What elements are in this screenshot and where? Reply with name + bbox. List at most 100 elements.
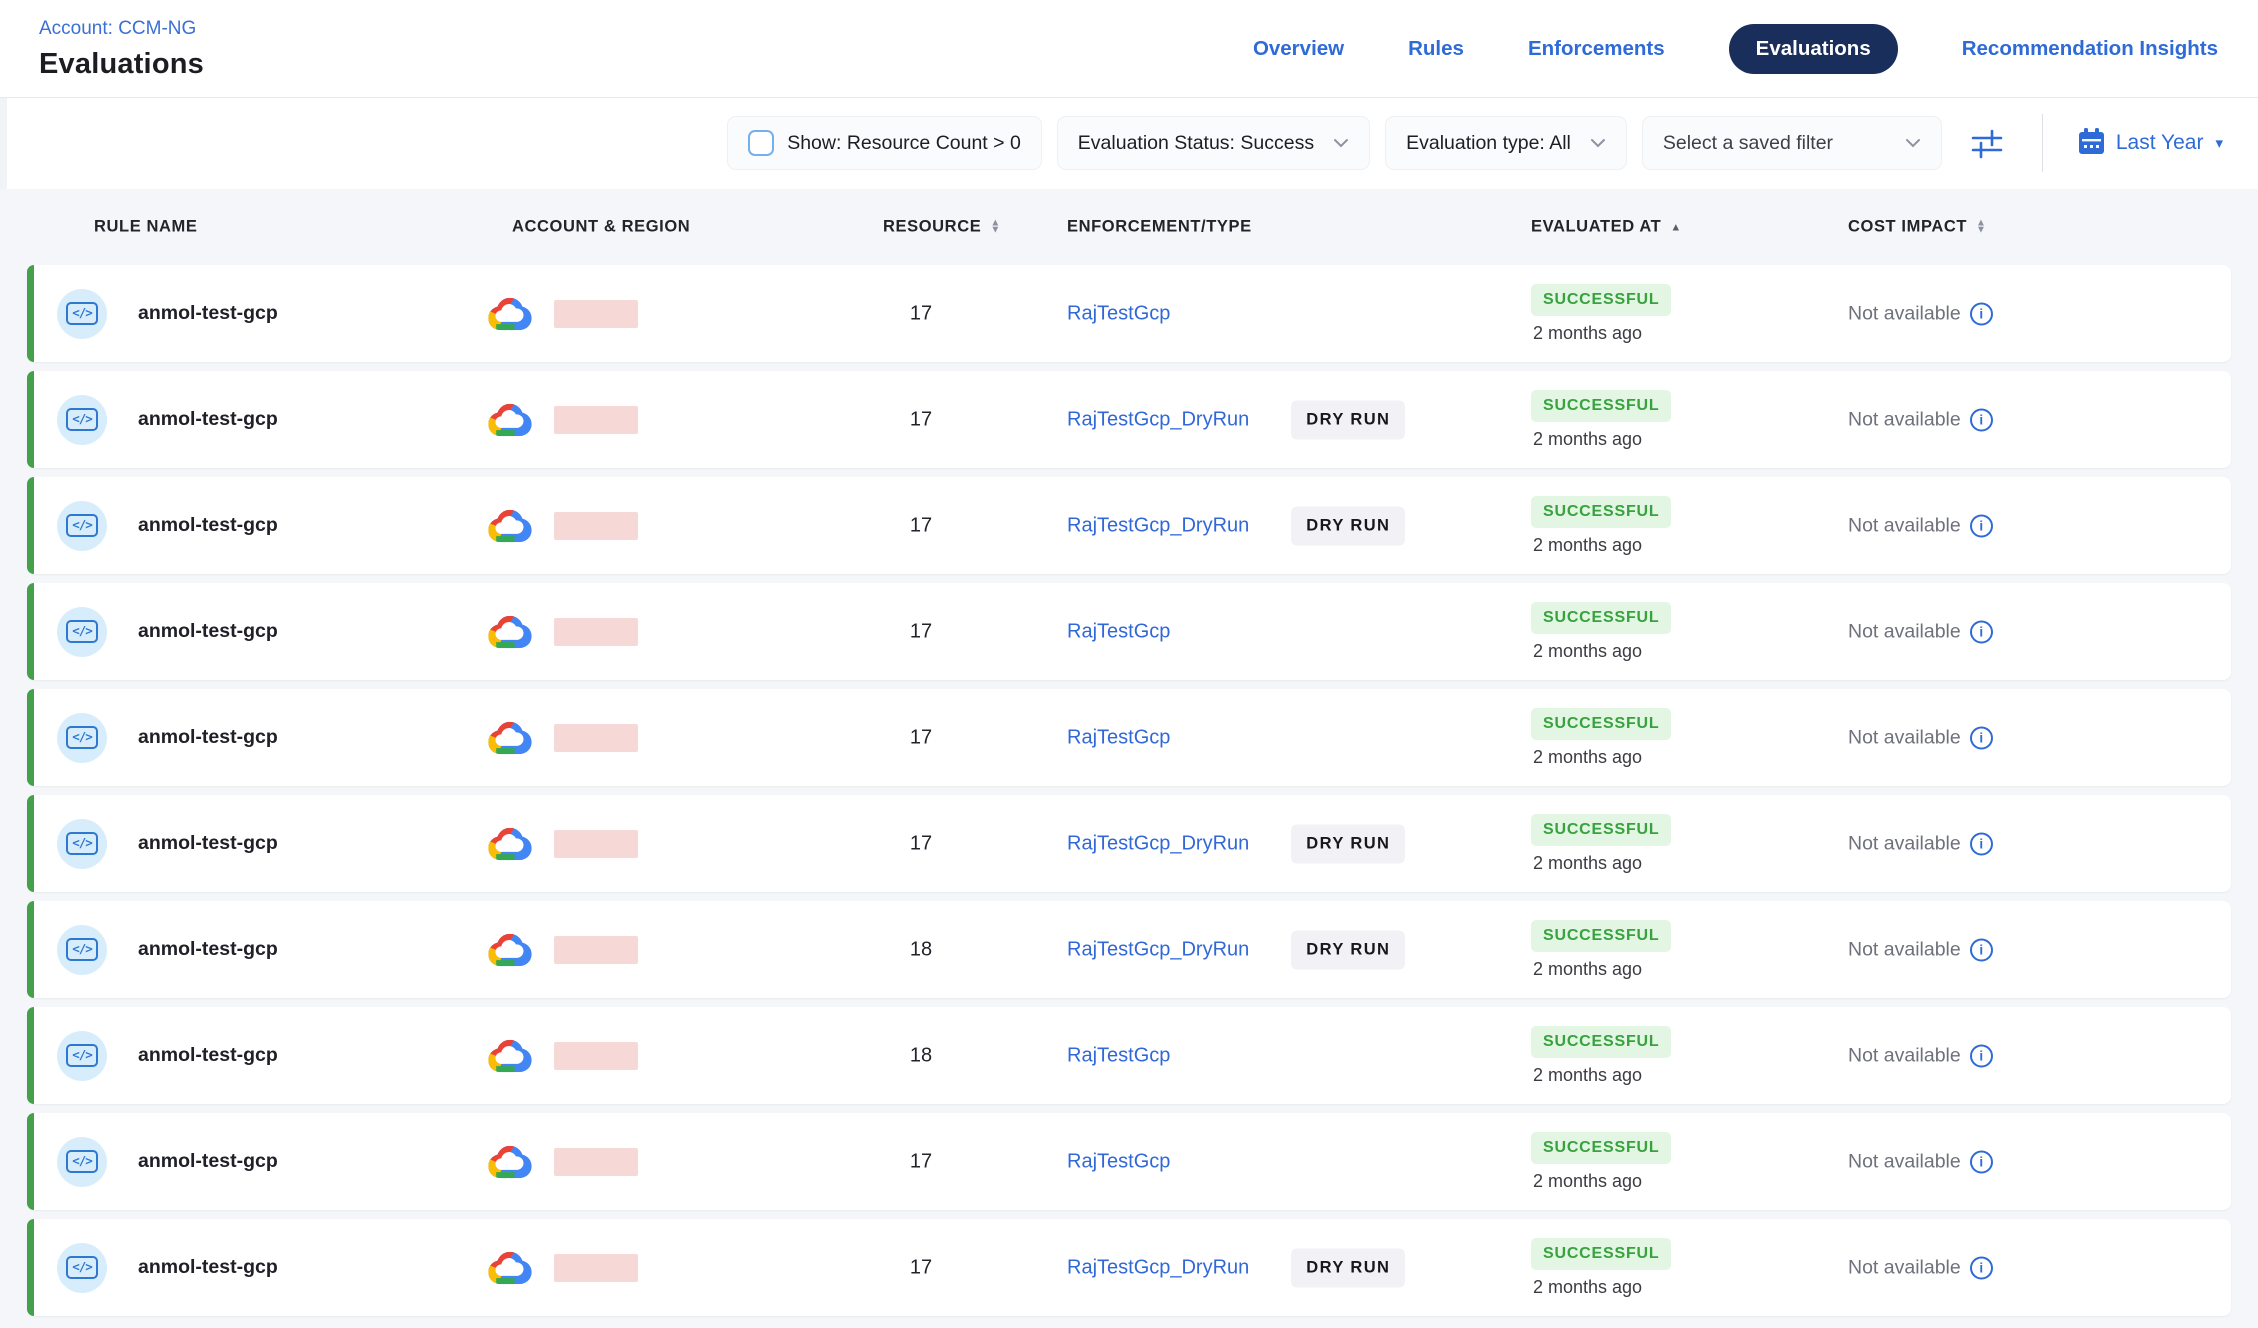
row-status-accent-bar (27, 265, 34, 362)
evaluated-time: 2 months ago (1531, 535, 1642, 556)
enforcement-link[interactable]: RajTestGcp (1067, 302, 1170, 325)
table-row[interactable]: </> anmol-test-gcp (27, 689, 2231, 786)
tab-overview[interactable]: Overview (1253, 37, 1344, 61)
status-badge: SUCCESSFUL (1531, 1026, 1671, 1058)
table-row[interactable]: </> anmol-test-gcp (27, 1007, 2231, 1104)
gcp-cloud-icon (487, 719, 533, 757)
info-circle-icon[interactable]: i (1970, 726, 1993, 749)
code-rule-icon: </> (57, 1243, 107, 1293)
tab-rules[interactable]: Rules (1408, 37, 1464, 61)
account-region-cell (487, 1249, 638, 1287)
evaluated-time: 2 months ago (1531, 747, 1642, 768)
resource-count-checkbox[interactable] (748, 130, 774, 156)
col-evaluated-at: EVALUATED AT▲ (1531, 218, 1682, 237)
code-glyph: </> (66, 832, 98, 855)
chevron-down-icon (1590, 138, 1606, 148)
enforcement-link[interactable]: RajTestGcp_DryRun (1067, 832, 1249, 855)
enforcement-cell: RajTestGcp (1067, 620, 1170, 643)
table-row[interactable]: </> anmol-test-gcp (27, 265, 2231, 362)
code-rule-icon: </> (57, 607, 107, 657)
table-row[interactable]: </> anmol-test-gcp (27, 583, 2231, 680)
resource-count: 17 (910, 1256, 932, 1279)
cost-impact-value: Not available (1848, 832, 1961, 855)
info-circle-icon[interactable]: i (1970, 620, 1993, 643)
table-row[interactable]: </> anmol-test-gcp (27, 901, 2231, 998)
enforcement-cell: RajTestGcp (1067, 726, 1170, 749)
resource-cell: 18 (865, 938, 977, 961)
enforcement-link[interactable]: RajTestGcp (1067, 1044, 1170, 1067)
enforcement-link[interactable]: RajTestGcp_DryRun (1067, 1256, 1249, 1279)
enforcement-cell: RajTestGcp (1067, 1150, 1170, 1173)
tab-enforcements[interactable]: Enforcements (1528, 37, 1665, 61)
info-circle-icon[interactable]: i (1970, 1150, 1993, 1173)
sort-up-down-icon[interactable]: ▲▼ (990, 221, 1001, 233)
evaluation-status-dropdown[interactable]: Evaluation Status: Success (1057, 116, 1370, 170)
sort-ascending-icon[interactable]: ▲ (1670, 221, 1682, 233)
evaluated-at-cell: SUCCESSFUL 2 months ago (1531, 1132, 1671, 1192)
chevron-down-icon (1333, 138, 1349, 148)
tab-evaluations[interactable]: Evaluations (1729, 24, 1898, 74)
account-region-cell (487, 1143, 638, 1181)
saved-filter-placeholder: Select a saved filter (1663, 132, 1833, 155)
table-row[interactable]: </> anmol-test-gcp (27, 1219, 2231, 1316)
redacted-account-id (554, 724, 638, 752)
code-rule-icon: </> (57, 501, 107, 551)
info-circle-icon[interactable]: i (1970, 302, 1993, 325)
chevron-down-icon (1905, 138, 1921, 148)
enforcement-link[interactable]: RajTestGcp (1067, 726, 1170, 749)
top-nav-tabs: Overview Rules Enforcements Evaluations … (1253, 24, 2258, 74)
code-glyph: </> (66, 938, 98, 961)
enforcement-link[interactable]: RajTestGcp (1067, 1150, 1170, 1173)
table-row[interactable]: </> anmol-test-gcp (27, 477, 2231, 574)
status-badge: SUCCESSFUL (1531, 1238, 1671, 1270)
row-status-accent-bar (27, 477, 34, 574)
resource-cell: 17 (865, 302, 977, 325)
rule-name-cell: </> anmol-test-gcp (57, 289, 278, 339)
status-badge: SUCCESSFUL (1531, 708, 1671, 740)
gcp-cloud-icon (487, 401, 533, 439)
account-region-cell (487, 825, 638, 863)
info-circle-icon[interactable]: i (1970, 1044, 1993, 1067)
enforcement-link[interactable]: RajTestGcp_DryRun (1067, 514, 1249, 537)
info-circle-icon[interactable]: i (1970, 514, 1993, 537)
enforcement-link[interactable]: RajTestGcp (1067, 620, 1170, 643)
evaluation-type-dropdown[interactable]: Evaluation type: All (1385, 116, 1627, 170)
info-circle-icon[interactable]: i (1970, 938, 1993, 961)
account-region-cell (487, 719, 638, 757)
date-range-picker[interactable]: Last Year ▾ (2076, 126, 2223, 161)
resource-count: 18 (910, 938, 932, 961)
breadcrumb-account-link[interactable]: Account: CCM-NG (39, 18, 204, 40)
status-badge: SUCCESSFUL (1531, 496, 1671, 528)
row-status-accent-bar (27, 689, 34, 786)
evaluation-type-value: Evaluation type: All (1406, 132, 1571, 155)
info-circle-icon[interactable]: i (1970, 408, 1993, 431)
evaluated-time: 2 months ago (1531, 429, 1642, 450)
rule-name: anmol-test-gcp (138, 620, 278, 643)
sort-up-down-icon[interactable]: ▲▼ (1976, 221, 1987, 233)
account-region-cell (487, 507, 638, 545)
code-rule-icon: </> (57, 395, 107, 445)
code-glyph: </> (66, 1150, 98, 1173)
info-circle-icon[interactable]: i (1970, 832, 1993, 855)
rule-name: anmol-test-gcp (138, 938, 278, 961)
status-badge: SUCCESSFUL (1531, 390, 1671, 422)
enforcement-link[interactable]: RajTestGcp_DryRun (1067, 408, 1249, 431)
redacted-account-id (554, 1254, 638, 1282)
table-row[interactable]: </> anmol-test-gcp (27, 371, 2231, 468)
filter-sliders-icon[interactable] (1969, 126, 2005, 160)
resource-count: 17 (910, 620, 932, 643)
table-row[interactable]: </> anmol-test-gcp (27, 795, 2231, 892)
saved-filter-dropdown[interactable]: Select a saved filter (1642, 116, 1942, 170)
code-glyph: </> (66, 302, 98, 325)
enforcement-link[interactable]: RajTestGcp_DryRun (1067, 938, 1249, 961)
cost-impact-cell: Not available i (1848, 832, 1993, 855)
table-row[interactable]: </> anmol-test-gcp (27, 1113, 2231, 1210)
cost-impact-value: Not available (1848, 1044, 1961, 1067)
info-circle-icon[interactable]: i (1970, 1256, 1993, 1279)
caret-down-icon: ▾ (2215, 134, 2223, 152)
cost-impact-cell: Not available i (1848, 1256, 1993, 1279)
page-title: Evaluations (39, 48, 204, 81)
tab-recommendation-insights[interactable]: Recommendation Insights (1962, 37, 2218, 61)
redacted-account-id (554, 936, 638, 964)
resource-count-filter[interactable]: Show: Resource Count > 0 (727, 116, 1042, 170)
